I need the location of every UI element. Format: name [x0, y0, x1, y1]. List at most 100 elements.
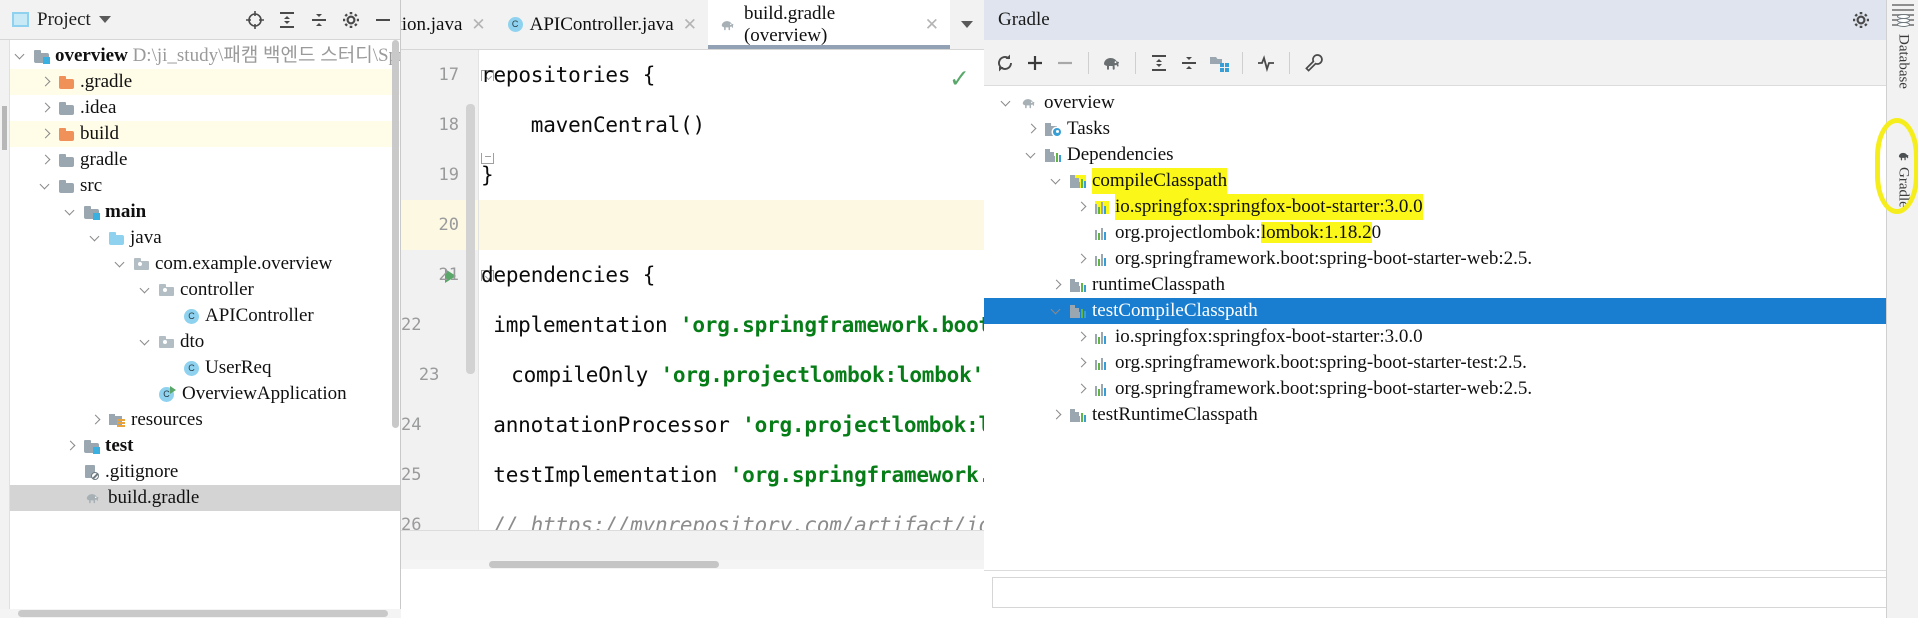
chevron-down-icon[interactable] [89, 231, 103, 245]
project-vertical-scrollbar[interactable] [391, 40, 400, 618]
project-tree-row[interactable]: overview D:\ji_study\패캠 백엔드 스터디\Spr [0, 43, 400, 69]
code-line[interactable]: 24 annotationProcessor 'org.projectlombo… [401, 400, 984, 450]
project-tree-row[interactable]: .idea [0, 95, 400, 121]
project-tree-row[interactable]: resources [0, 407, 400, 433]
gradle-tree-row[interactable]: io.springfox:springfox-boot-starter:3.0.… [984, 194, 1918, 220]
code-line[interactable]: 23 compileOnly 'org.projectlombok:lombok… [401, 350, 984, 400]
editor-tab[interactable]: build.gradle (overview) ✕ [707, 0, 951, 49]
minimize-icon[interactable] [372, 9, 394, 31]
gradle-tree-row[interactable]: overview [984, 90, 1918, 116]
project-tree-row[interactable]: build [0, 121, 400, 147]
project-tree-row[interactable]: main [0, 199, 400, 225]
chevron-down-icon[interactable] [14, 49, 28, 63]
editor-vertical-scrollbar[interactable] [466, 104, 475, 524]
gradle-tree[interactable]: overview Tasks Dependencies compileClasspat… [984, 86, 1918, 526]
elephant-gradle-icon[interactable] [1101, 52, 1123, 74]
gradle-tree-row[interactable]: Tasks [984, 116, 1918, 142]
code-line[interactable]: 20 [401, 200, 984, 250]
toolbar-separator [1289, 51, 1290, 74]
chevron-right-icon[interactable] [1075, 252, 1089, 266]
gradle-tree-row[interactable]: org.springframework.boot:spring-boot-sta… [984, 350, 1918, 376]
gradle-tree-row[interactable]: runtimeClasspath [984, 272, 1918, 298]
chevron-right-icon[interactable] [1075, 200, 1089, 214]
chevron-right-icon[interactable] [39, 75, 53, 89]
refresh-icon[interactable] [994, 52, 1016, 74]
project-tree-row[interactable]: gradle [0, 147, 400, 173]
chevron-down-icon[interactable] [98, 16, 111, 23]
gradle-tree-row[interactable]: org.springframework.boot:spring-boot-sta… [984, 246, 1918, 272]
code-token: 'org.springframework.boo [729, 463, 984, 487]
expand-all-icon[interactable] [276, 9, 298, 31]
collapse-all-icon[interactable] [1178, 52, 1200, 74]
code-line[interactable]: 19} [401, 150, 984, 200]
chevron-right-icon[interactable] [1050, 278, 1064, 292]
settings-gear-icon[interactable] [340, 9, 362, 31]
close-icon[interactable]: ✕ [471, 15, 485, 35]
add-icon[interactable] [1024, 52, 1046, 74]
tab-overflow-button[interactable] [950, 0, 984, 49]
code-line[interactable]: 21 dependencies { [401, 250, 984, 300]
project-tree-row[interactable]: controller [0, 277, 400, 303]
chevron-down-icon[interactable] [39, 179, 53, 193]
gradle-tree-row[interactable]: org.springframework.boot:spring-boot-sta… [984, 376, 1918, 402]
project-tree-row[interactable]: dto [0, 329, 400, 355]
build-tools-icon[interactable] [1302, 52, 1324, 74]
code-line[interactable]: 17 repositories { [401, 50, 984, 100]
project-tree-row[interactable]: java [0, 225, 400, 251]
project-tree[interactable]: overview D:\ji_study\패캠 백엔드 스터디\Spr .grad… [0, 40, 400, 618]
chevron-right-icon[interactable] [1075, 330, 1089, 344]
chevron-right-icon[interactable] [89, 413, 103, 427]
chevron-right-icon[interactable] [39, 127, 53, 141]
settings-gear-icon[interactable] [1850, 9, 1872, 31]
gradle-tree-row[interactable]: compileClasspath [984, 168, 1918, 194]
chevron-right-icon[interactable] [64, 439, 78, 453]
chevron-right-icon[interactable] [1025, 122, 1039, 136]
project-tree-row[interactable]: src [0, 173, 400, 199]
gradle-tree-row[interactable]: Dependencies [984, 142, 1918, 168]
editor-tab[interactable]: ation.java ✕ [401, 0, 497, 49]
code-line[interactable]: 22 implementation 'org.springframework.b… [401, 300, 984, 350]
chevron-down-icon[interactable] [1025, 148, 1039, 162]
code-line[interactable]: 18 mavenCentral() [401, 100, 984, 150]
toggle-offline-icon[interactable] [1255, 52, 1277, 74]
expand-all-icon[interactable] [1148, 52, 1170, 74]
project-tree-row[interactable]: .gradle [0, 69, 400, 95]
code-line[interactable]: 25 testImplementation 'org.springframewo… [401, 450, 984, 500]
gradle-tree-row[interactable]: org.projectlombok:lombok:1.18.20 [984, 220, 1918, 246]
chevron-right-icon[interactable] [1075, 382, 1089, 396]
project-tree-row[interactable]: com.example.overview [0, 251, 400, 277]
close-icon[interactable]: ✕ [683, 15, 697, 35]
project-horizontal-scrollbar[interactable] [0, 609, 401, 618]
chevron-right-icon[interactable] [1075, 356, 1089, 370]
gradle-tree-row[interactable]: io.springfox:springfox-boot-starter:3.0.… [984, 324, 1918, 350]
project-structure-icon[interactable] [1208, 52, 1230, 74]
chevron-right-icon[interactable] [39, 153, 53, 167]
gradle-tree-row[interactable]: testCompileClasspath [984, 298, 1918, 324]
project-tree-row[interactable]: C UserReq [0, 355, 400, 381]
chevron-right-icon[interactable] [39, 101, 53, 115]
project-tree-row[interactable]: .gitignore [0, 459, 400, 485]
chevron-down-icon[interactable] [139, 283, 153, 297]
editor-tab-strip[interactable]: ation.java✕CAPIController.java✕build.gra… [401, 0, 984, 50]
chevron-down-icon[interactable] [114, 257, 128, 271]
locate-icon[interactable] [244, 9, 266, 31]
chevron-down-icon[interactable] [64, 205, 78, 219]
collapse-all-icon[interactable] [308, 9, 330, 31]
folder-blue-icon [109, 231, 124, 245]
chevron-right-icon[interactable] [1050, 408, 1064, 422]
chevron-down-icon[interactable] [139, 335, 153, 349]
gradle-toolbar[interactable] [984, 40, 1918, 86]
chevron-down-icon[interactable] [1050, 174, 1064, 188]
chevron-down-icon[interactable] [1050, 304, 1064, 318]
project-tree-row[interactable]: test [0, 433, 400, 459]
chevron-down-icon[interactable] [1000, 96, 1014, 110]
project-tree-row[interactable]: C OverviewApplication [0, 381, 400, 407]
code-editor[interactable]: 17 repositories {18 mavenCentral() 19} 20 21… [401, 50, 984, 569]
gradle-tree-row[interactable]: testRuntimeClasspath [984, 402, 1918, 428]
project-tree-row[interactable]: C APIController [0, 303, 400, 329]
editor-tab[interactable]: C APIController.java ✕ [496, 0, 708, 49]
editor-horizontal-scrollbar[interactable] [401, 560, 984, 569]
remove-icon[interactable] [1054, 52, 1076, 74]
project-tree-row[interactable]: build.gradle [0, 485, 400, 511]
close-icon[interactable]: ✕ [925, 15, 939, 35]
